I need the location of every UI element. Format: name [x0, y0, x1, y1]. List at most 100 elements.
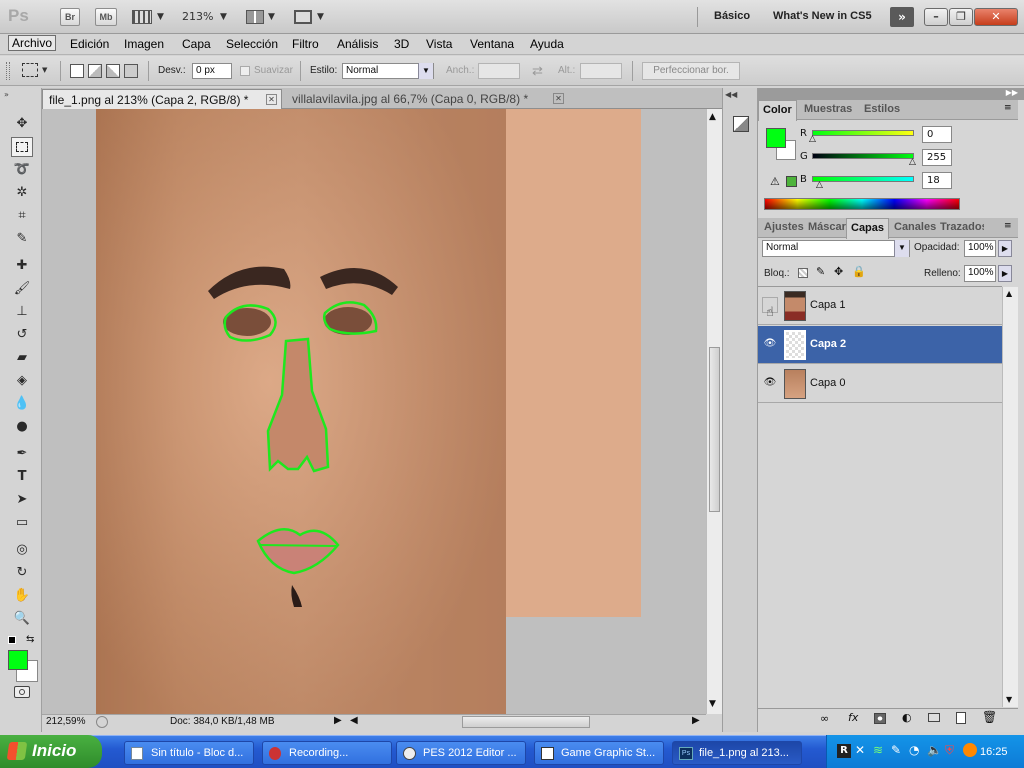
eye-icon[interactable]: 👁	[762, 375, 778, 391]
collapse-icon[interactable]: ▶▶	[1006, 88, 1018, 97]
horizontal-scrollbar-thumb[interactable]	[462, 716, 590, 728]
tab-file-1[interactable]: file_1.png al 213% (Capa 2, RGB/8) * ✕	[42, 89, 282, 109]
menu-vista[interactable]: Vista	[426, 37, 452, 51]
status-icon[interactable]	[96, 716, 108, 728]
new-layer-icon[interactable]	[956, 712, 966, 724]
arrange-documents-icon[interactable]	[246, 10, 264, 24]
b-slider[interactable]	[812, 176, 914, 182]
restore-button[interactable]: ❐	[949, 8, 973, 26]
opacity-input[interactable]: 100%	[964, 240, 996, 257]
height-input[interactable]	[580, 63, 622, 79]
face-texture-canvas[interactable]	[42, 109, 706, 714]
r-value-input[interactable]: 0	[922, 126, 952, 143]
menu-archivo[interactable]: Archivo	[8, 35, 57, 51]
quick-mask-icon[interactable]	[14, 686, 30, 698]
menu-imagen[interactable]: Imagen	[124, 37, 164, 51]
workspace-whats-new[interactable]: What's New in CS5	[773, 10, 872, 22]
start-button[interactable]: Inicio	[0, 735, 102, 768]
history-panel-icon[interactable]	[733, 116, 749, 132]
type-tool-icon[interactable]: T	[11, 467, 33, 487]
tab-ajustes[interactable]: Ajustes	[764, 221, 804, 233]
layers-scrollbar[interactable]: ▲ ▼	[1002, 287, 1018, 707]
chevron-down-icon[interactable]: ▼	[418, 63, 433, 79]
style-select[interactable]: Normal ▼	[342, 63, 434, 79]
menu-3d[interactable]: 3D	[394, 37, 409, 51]
blend-mode-select[interactable]: Normal ▼	[762, 240, 910, 257]
crop-tool-icon[interactable]: ⌗	[11, 206, 33, 226]
3d-rotate-tool-icon[interactable]: ◎	[11, 540, 33, 560]
volume-icon[interactable]: 🔈	[927, 743, 942, 757]
tray-app-icon[interactable]: R	[837, 744, 851, 758]
add-mask-icon[interactable]	[874, 713, 886, 724]
adjustment-layer-icon[interactable]: ◐	[902, 711, 912, 724]
workspace-basic[interactable]: Básico	[714, 10, 750, 22]
tray-clock-icon[interactable]: ◔	[909, 743, 919, 757]
bridge-button[interactable]: Br	[60, 8, 80, 26]
lock-position-icon[interactable]: ✥	[834, 265, 843, 278]
tray-signal-icon[interactable]: ≋	[873, 743, 883, 757]
swap-colors-icon[interactable]: ⇆	[26, 634, 34, 645]
g-value-input[interactable]: 255	[922, 149, 952, 166]
menu-seleccion[interactable]: Selección	[226, 37, 278, 51]
expand-panel-icon[interactable]: »	[4, 90, 9, 99]
chevron-down-icon[interactable]: ▼	[42, 66, 47, 74]
extras-icon[interactable]	[132, 10, 152, 24]
clone-stamp-tool-icon[interactable]: ⊥	[11, 302, 33, 322]
vertical-scrollbar[interactable]: ▲ ▼	[706, 109, 722, 714]
eye-icon[interactable]: 👁	[762, 336, 778, 352]
menu-ayuda[interactable]: Ayuda	[530, 37, 564, 51]
tab-capas[interactable]: Capas	[846, 218, 890, 239]
healing-brush-tool-icon[interactable]: ✚	[11, 256, 33, 276]
warning-icon[interactable]: ⚠	[770, 175, 780, 188]
rectangle-tool-icon[interactable]: ▭	[11, 513, 33, 533]
history-brush-tool-icon[interactable]: ↺	[11, 325, 33, 345]
refine-edge-button[interactable]: Perfeccionar bor.	[642, 62, 740, 80]
chevron-down-icon[interactable]: ▼	[268, 12, 275, 22]
new-selection-icon[interactable]	[70, 64, 84, 78]
screen-mode-icon[interactable]	[294, 10, 312, 24]
lasso-tool-icon[interactable]: ➰	[11, 160, 33, 180]
subtract-selection-icon[interactable]	[106, 64, 120, 78]
chevron-down-icon[interactable]: ▼	[220, 12, 227, 22]
foreground-color-swatch[interactable]	[766, 128, 786, 148]
lock-all-icon[interactable]: 🔒	[852, 265, 866, 278]
eyedropper-tool-icon[interactable]: ✎	[11, 229, 33, 249]
magic-wand-tool-icon[interactable]: ✲	[11, 183, 33, 203]
layer-capa-0[interactable]: 👁 Capa 0	[758, 365, 1002, 403]
move-tool-icon[interactable]: ✥	[11, 114, 33, 134]
dodge-tool-icon[interactable]: ●	[11, 417, 33, 437]
tab-estilos[interactable]: Estilos	[864, 103, 900, 115]
new-group-icon[interactable]	[928, 713, 940, 722]
layer-capa-1[interactable]: Capa 1 ☝	[758, 287, 1002, 325]
blur-tool-icon[interactable]: 💧	[11, 394, 33, 414]
scroll-right-icon[interactable]: ▶	[692, 715, 700, 726]
fill-input[interactable]: 100%	[964, 265, 996, 282]
add-selection-icon[interactable]	[88, 64, 102, 78]
menu-analisis[interactable]: Análisis	[337, 37, 378, 51]
tab-muestras[interactable]: Muestras	[804, 103, 852, 115]
3d-orbit-tool-icon[interactable]: ↻	[11, 563, 33, 583]
panel-menu-icon[interactable]: ≡	[1004, 221, 1012, 231]
tab-mascaras[interactable]: Máscaras	[808, 221, 846, 233]
tab-villalavilavila[interactable]: villalavilavila.jpg al 66,7% (Capa 0, RG…	[286, 89, 568, 109]
b-value-input[interactable]: 18	[922, 172, 952, 189]
chevron-down-icon[interactable]: ▼	[157, 12, 164, 22]
network-icon[interactable]: ✕	[855, 743, 865, 757]
tab-trazados[interactable]: Trazados	[940, 221, 984, 233]
layer-style-icon[interactable]: fx	[848, 711, 858, 724]
fill-arrow-icon[interactable]: ▶	[998, 265, 1012, 282]
status-menu-icon[interactable]: ▶	[334, 715, 342, 726]
tray-update-icon[interactable]	[963, 743, 977, 757]
marquee-tool-icon[interactable]	[11, 137, 33, 157]
color-spectrum-bar[interactable]	[764, 198, 960, 210]
document-canvas-area[interactable]	[42, 109, 706, 714]
minimize-button[interactable]: –	[924, 8, 948, 26]
rectangular-marquee-icon[interactable]	[22, 63, 38, 77]
zoom-tool-icon[interactable]: 🔍	[11, 609, 33, 629]
default-colors-icon[interactable]	[8, 636, 16, 644]
intersect-selection-icon[interactable]	[124, 64, 138, 78]
menu-capa[interactable]: Capa	[182, 37, 211, 51]
hand-tool-icon[interactable]: ✋	[11, 586, 33, 606]
path-selection-tool-icon[interactable]: ➤	[11, 490, 33, 510]
delete-layer-icon[interactable]: 🗑	[982, 710, 997, 724]
